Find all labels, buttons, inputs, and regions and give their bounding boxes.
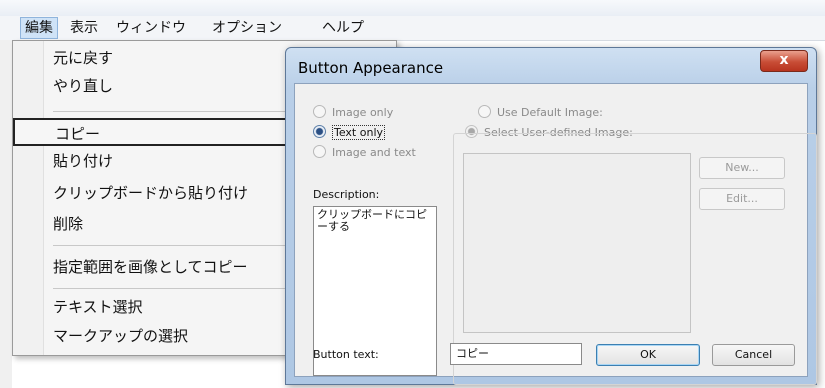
radio-icon	[313, 125, 326, 138]
image-preview-list[interactable]	[463, 153, 691, 333]
menu-item-copy-as-image[interactable]: 指定範囲を画像としてコピー	[43, 254, 248, 280]
menu-item-select-markup[interactable]: マークアップの選択	[43, 323, 188, 349]
radio-icon	[313, 105, 326, 118]
radio-label: Image and text	[332, 146, 416, 159]
menu-view[interactable]: 表示	[66, 18, 102, 38]
button-appearance-dialog: Button Appearance x Image only Text only…	[285, 47, 817, 385]
edit-button[interactable]: Edit...	[699, 188, 785, 210]
new-button[interactable]: New...	[699, 157, 785, 179]
ok-button[interactable]: OK	[596, 344, 700, 366]
radio-label: Text only	[332, 125, 386, 140]
menu-bar: 編集 表示 ウィンドウ オプション ヘルプ	[0, 16, 825, 41]
background-window-edge	[0, 40, 12, 388]
menu-item-delete[interactable]: 削除	[43, 211, 83, 237]
menu-item-redo[interactable]: やり直し	[43, 73, 113, 99]
menu-edit[interactable]: 編集	[20, 17, 58, 39]
radio-text-only[interactable]: Text only	[313, 125, 386, 140]
radio-use-default-image[interactable]: Use Default Image:	[478, 105, 603, 119]
radio-image-only[interactable]: Image only	[313, 105, 393, 119]
menu-window[interactable]: ウィンドウ	[112, 18, 190, 38]
dialog-title: Button Appearance	[298, 59, 444, 77]
radio-label: Use Default Image:	[497, 106, 603, 119]
menu-help[interactable]: ヘルプ	[318, 18, 368, 38]
window-top-strip	[0, 0, 825, 16]
close-icon: x	[779, 52, 789, 68]
radio-label: Image only	[332, 106, 394, 119]
menu-icon-gutter	[13, 41, 44, 355]
button-text-label: Button text:	[313, 348, 379, 361]
menu-options[interactable]: オプション	[208, 18, 286, 38]
radio-image-and-text[interactable]: Image and text	[313, 145, 416, 159]
radio-icon	[478, 105, 491, 118]
cancel-button[interactable]: Cancel	[712, 344, 795, 366]
menu-item-paste-from-clipboard[interactable]: クリップボードから貼り付け	[43, 180, 248, 206]
radio-icon	[313, 145, 326, 158]
menu-item-select-text[interactable]: テキスト選択	[43, 294, 143, 320]
menu-item-undo[interactable]: 元に戻す	[43, 45, 113, 71]
button-text-input[interactable]: コピー	[450, 343, 582, 365]
description-label: Description:	[313, 188, 380, 201]
close-button[interactable]: x	[760, 50, 808, 72]
dialog-client-area: Image only Text only Image and text Use …	[294, 83, 817, 385]
menu-item-paste[interactable]: 貼り付け	[43, 148, 113, 174]
